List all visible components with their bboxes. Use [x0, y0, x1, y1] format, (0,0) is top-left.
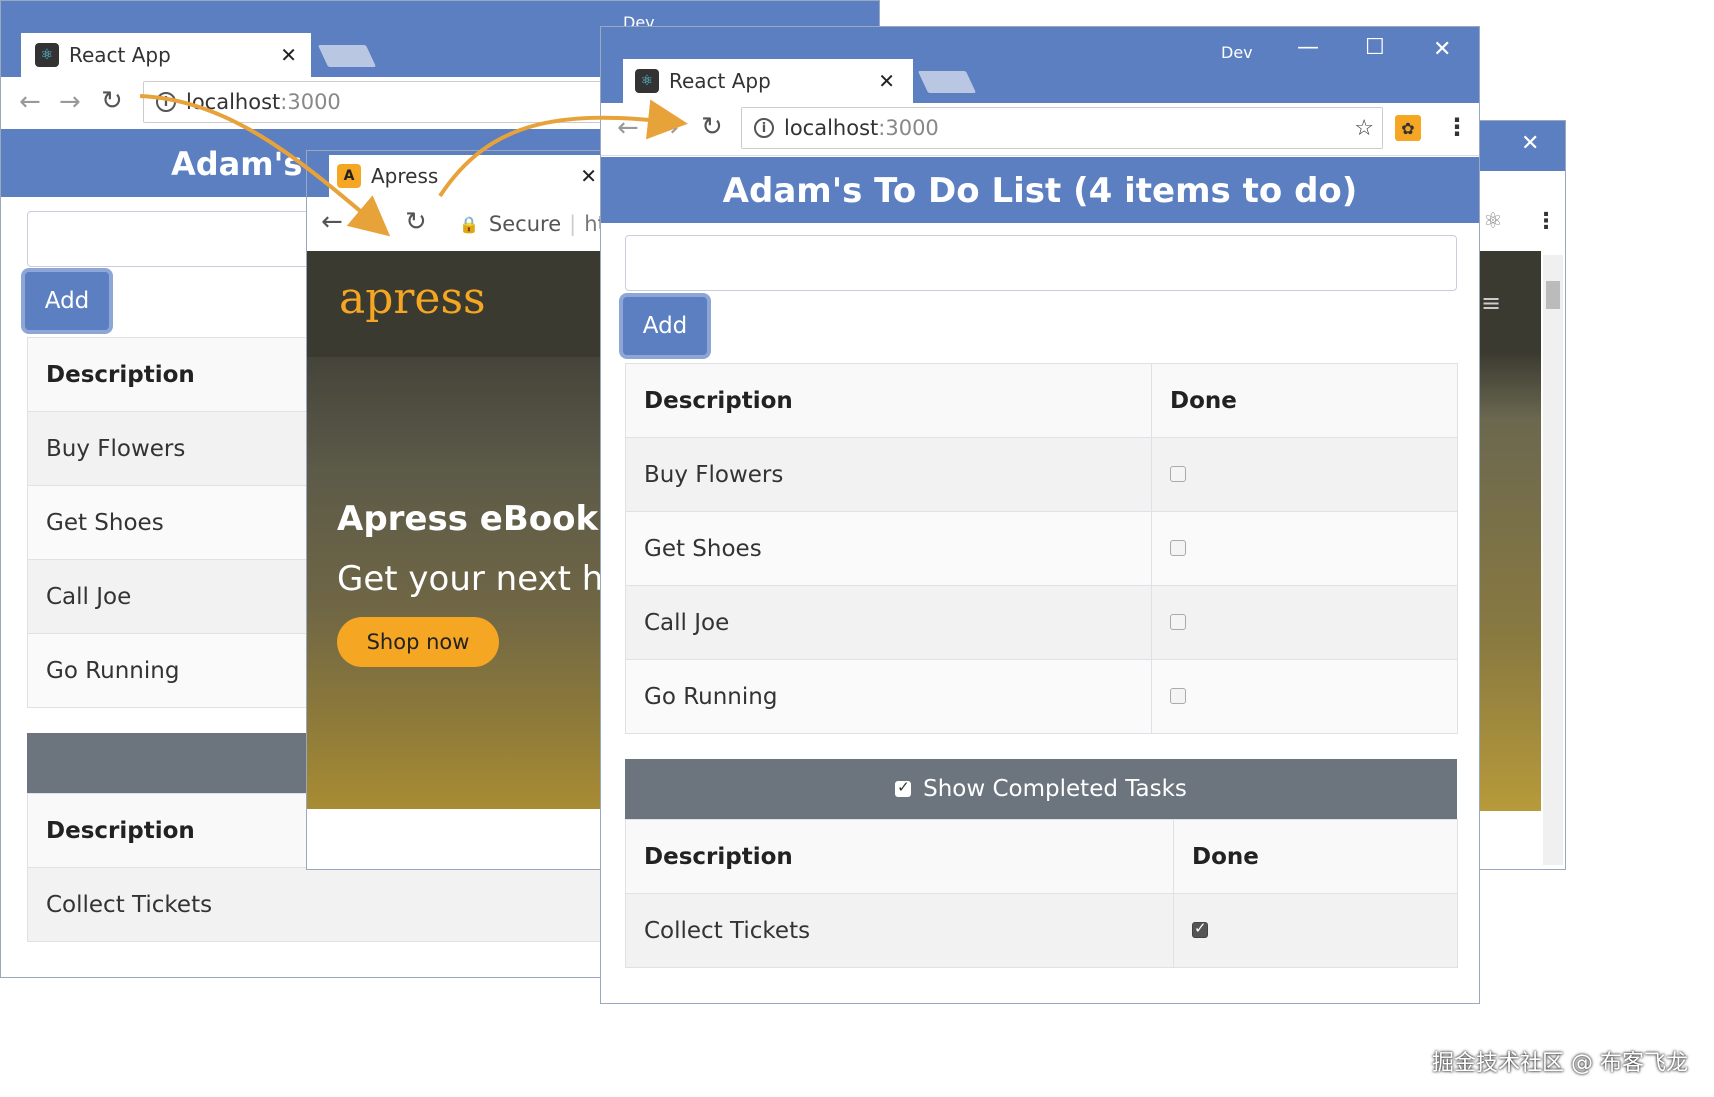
info-icon: i [156, 92, 176, 112]
completed-table: Description Done Collect Tickets [625, 819, 1458, 968]
minimize-icon[interactable]: — [1297, 35, 1319, 60]
show-completed-label: Show Completed Tasks [923, 776, 1187, 802]
close-window-icon[interactable]: ✕ [1521, 131, 1539, 156]
react-icon: ⚛ [1483, 209, 1503, 234]
item-description: Go Running [625, 659, 1152, 734]
menu-dots-icon[interactable]: ⋮ [1535, 209, 1557, 234]
reload-icon[interactable]: ↻ [701, 112, 723, 142]
done-checkbox[interactable] [1170, 687, 1186, 704]
add-button[interactable]: Add [623, 297, 707, 355]
description-header: Description [625, 363, 1152, 438]
close-icon[interactable]: ✕ [280, 43, 297, 67]
back-arrow-icon[interactable]: ← [321, 207, 343, 237]
extension-icon[interactable]: ✿ [1395, 115, 1421, 141]
front-tab-react-app[interactable]: ⚛ React App ✕ [623, 59, 913, 103]
divider: | [569, 212, 577, 236]
back-tab-title: React App [69, 43, 171, 67]
back-tab-react-app[interactable]: ⚛ React App ✕ [21, 33, 311, 77]
back-arrow-icon[interactable]: ← [19, 87, 41, 117]
apress-header: apress [307, 251, 605, 357]
banner-subtitle: Get your next hot r [337, 559, 605, 599]
done-checkbox[interactable] [1170, 539, 1186, 556]
back-arrow-icon[interactable]: ← [617, 113, 639, 143]
front-address-bar[interactable]: i localhost:3000 ☆ [741, 107, 1383, 149]
apress-logo[interactable]: apress [339, 273, 486, 324]
apress-browser-window: A Apress ✕ ← ↻ 🔒 Secure | htt apress Apr… [306, 150, 606, 870]
hamburger-icon[interactable]: ≡ [1481, 289, 1501, 317]
done-header: Done [1151, 363, 1458, 438]
right-background-window: ✕ ⚛ ⋮ ≡ [1460, 120, 1714, 870]
bookmark-star-icon[interactable]: ☆ [1354, 116, 1374, 141]
apress-tab-title: Apress [371, 164, 439, 188]
front-url-port: :3000 [878, 116, 939, 140]
reload-icon[interactable]: ↻ [101, 86, 123, 116]
forward-arrow-icon[interactable]: → [657, 113, 679, 143]
apress-favicon-icon: A [337, 164, 361, 188]
front-toolbar: ← → ↻ i localhost:3000 ☆ ✿ ⋮ [601, 103, 1479, 156]
front-browser-window: Dev — ☐ ✕ ⚛ React App ✕ ← → ↻ i localhos… [600, 26, 1480, 1004]
item-description: Call Joe [625, 585, 1152, 660]
dev-label: Dev [1221, 43, 1253, 62]
back-url-host: localhost [186, 90, 281, 114]
done-checkbox[interactable] [1170, 465, 1186, 482]
reload-icon[interactable]: ↻ [405, 207, 427, 237]
forward-arrow-icon[interactable]: → [59, 87, 81, 117]
back-completed-item: Collect Tickets [27, 867, 627, 942]
apress-tab[interactable]: A Apress ✕ [329, 155, 605, 197]
apress-banner[interactable]: Apress eBook Sur Get your next hot r Sho… [307, 357, 605, 809]
done-checkbox[interactable] [1170, 613, 1186, 630]
item-description: Buy Flowers [625, 437, 1152, 512]
menu-dots-icon[interactable]: ⋮ [1445, 113, 1469, 141]
watermark: 掘金技术社区 @ 布客飞龙 [1432, 1051, 1688, 1076]
react-icon: ⚛ [35, 43, 59, 67]
front-tab-title: React App [669, 69, 771, 93]
front-url-host: localhost [784, 116, 879, 140]
apress-address-bar[interactable]: 🔒 Secure | htt [447, 203, 605, 245]
close-icon[interactable]: ✕ [878, 69, 895, 93]
completed-item-description: Collect Tickets [625, 893, 1174, 968]
react-icon: ⚛ [635, 69, 659, 93]
apress-toolbar: ← ↻ 🔒 Secure | htt [307, 197, 605, 252]
shop-now-button[interactable]: Shop now [337, 617, 499, 667]
info-icon: i [754, 118, 774, 138]
completed-done-header: Done [1173, 819, 1458, 894]
close-window-icon[interactable]: ✕ [1433, 37, 1451, 62]
completed-description-header: Description [625, 819, 1174, 894]
back-url-port: :3000 [280, 90, 341, 114]
close-icon[interactable]: ✕ [580, 164, 597, 188]
new-tab-button[interactable] [917, 71, 977, 93]
item-description: Get Shoes [625, 511, 1152, 586]
completed-done-checkbox[interactable] [1192, 919, 1208, 938]
scrollbar[interactable] [1543, 255, 1563, 865]
maximize-icon[interactable]: ☐ [1365, 35, 1385, 60]
todo-table: Description Done Buy Flowers Get Shoes C… [625, 363, 1458, 734]
lock-icon: 🔒 [459, 214, 479, 234]
back-add-button[interactable]: Add [25, 272, 109, 330]
secure-label: Secure [488, 212, 562, 236]
task-input[interactable] [625, 235, 1457, 291]
new-tab-button[interactable] [317, 45, 377, 67]
show-completed-checkbox[interactable] [895, 778, 912, 797]
show-completed-toggle[interactable]: Show Completed Tasks [625, 759, 1457, 819]
front-app-header: Adam's To Do List (4 items to do) [601, 157, 1479, 223]
banner-title: Apress eBook Sur [337, 499, 605, 539]
